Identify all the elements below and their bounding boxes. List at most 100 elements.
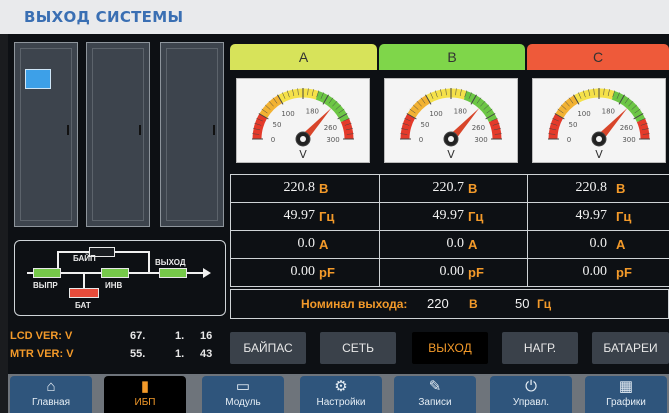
gauge-hub-center [596,136,602,142]
gauge-tick-label: 180 [602,108,615,116]
gauge-tick-label: 180 [306,108,319,116]
table-row-current: 0.0 А 0.0 А 0.0 А [230,230,669,258]
gauge-band [259,95,283,119]
flow-label-bypass: БАЙП [73,254,96,263]
gauge-tick-label: 100 [429,110,442,118]
mtr-version-build: 43 [200,348,213,360]
gauge-band [425,88,467,104]
module-icon: ▭ [235,378,251,395]
voltmeter-phase-a: 0 50 100 180 260 300 V [236,78,370,163]
nav-charts[interactable]: ▦ Графики [585,376,667,413]
voltmeter-phase-c: 0 50 100 180 260 300 V [532,78,666,163]
gauge-band [252,113,268,140]
nav-module[interactable]: ▭ Модуль [202,376,284,413]
gauge-tick-label: 0 [271,136,275,144]
nominal-output-row: Номинал выхода: 220 В 50 Гц [230,289,669,319]
cabinet-handle-icon [213,125,215,135]
gauge-dial: 0 50 100 180 260 300 V [548,88,650,161]
gauge-tick-label: 180 [454,108,467,116]
gauge-band [548,113,564,140]
nominal-frequency: 50 [515,296,530,311]
gauge-tick-label: 300 [474,136,487,144]
gauge-band [555,95,579,119]
nominal-frequency-unit: Гц [537,297,552,311]
gauge-tick-label: 300 [622,136,635,144]
gauge-tick-label: 50 [421,121,430,129]
bottom-navigation: ⌂ Главная ▮ ИБП ▭ Модуль ⚙ Настройки ✎ Записи… [8,374,669,413]
tab-batteries[interactable]: БАТАРЕИ [592,332,669,364]
nav-ups[interactable]: ▮ ИБП [104,376,186,413]
ups-cabinet-battery [160,42,224,227]
cabinet-handle-icon [139,125,141,135]
gauge-tick-label: 0 [419,136,423,144]
power-icon: ⏻ [525,378,537,395]
lcd-version-build: 16 [200,330,213,342]
chart-icon: ▦ [618,378,634,395]
tab-bypass[interactable]: БАЙПАС [230,332,306,364]
lcd-version-label: LCD VER: V [10,330,73,342]
gauge-band [277,88,319,104]
battery-block [69,288,99,298]
home-icon: ⌂ [46,378,56,395]
gauge-band [463,91,498,123]
nominal-voltage-unit: В [469,297,478,311]
gauge-tick-label: 50 [569,121,578,129]
gauge-tick-label: 260 [324,124,337,132]
gauge-tick-label: 260 [620,124,633,132]
tab-load[interactable]: НАГР. [502,332,578,364]
phase-c-header: C [527,44,669,70]
cabinet-handle-icon [67,125,69,135]
gauge-hub-center [448,136,454,142]
lcd-version-major: 67. [130,330,146,342]
rectifier-block [33,268,61,278]
nominal-label: Номинал выхода: [301,297,408,311]
table-row-power-factor: 0.00 pF 0.00 pF 0.00 pF [230,258,669,287]
lcd-version-minor: 1. [175,330,185,342]
nav-control[interactable]: ⏻ Управл. [490,376,572,413]
phase-b-header: B [379,44,525,70]
output-block [159,268,187,278]
gauge-tick-label: 260 [472,124,485,132]
tab-mains[interactable]: СЕТЬ [320,332,396,364]
ups-cabinet-module [86,42,150,227]
mtr-version-minor: 1. [175,348,185,360]
gauge-band [400,113,416,140]
gauge-unit-label: V [299,148,307,161]
ups-icon: ▮ [140,378,150,395]
nav-settings[interactable]: ⚙ Настройки [300,376,382,413]
power-flow-diagram: БАЙП ВЫПР ИНВ ВЫХОД БАТ [14,240,226,316]
gauge-band [611,91,646,123]
gear-icon: ⚙ [334,378,348,395]
gauge-tick-label: 300 [326,136,339,144]
flow-label-battery: БАТ [75,301,91,310]
nav-home[interactable]: ⌂ Главная [10,376,92,413]
gauge-dial: 0 50 100 180 260 300 V [252,88,354,161]
gauge-unit-label: V [447,148,455,161]
gauge-tick-label: 50 [273,121,282,129]
page-title: ВЫХОД СИСТЕМЫ [24,8,184,26]
mtr-version-label: MTR VER: V [10,348,74,360]
mtr-version-major: 55. [130,348,146,360]
lcd-display-icon [25,69,51,89]
nav-records[interactable]: ✎ Записи [394,376,476,413]
records-icon: ✎ [428,378,442,395]
gauge-unit-label: V [595,148,603,161]
table-row-voltage: 220.8 В 220.7 В 220.8 В [230,174,669,202]
voltmeter-phase-b: 0 50 100 180 260 300 V [384,78,518,163]
gauge-tick-label: 0 [567,136,571,144]
flow-label-rectifier: ВЫПР [33,281,58,290]
gauge-band [407,95,431,119]
phase-a-header: A [230,44,377,70]
ups-cabinet-display [14,42,78,227]
gauge-dial: 0 50 100 180 260 300 V [400,88,502,161]
inverter-block [101,268,129,278]
table-row-frequency: 49.97 Гц 49.97 Гц 49.97 Гц [230,202,669,230]
flow-label-inverter: ИНВ [105,281,123,290]
flow-label-output: ВЫХОД [155,258,186,267]
main-screen: БАЙП ВЫПР ИНВ ВЫХОД БАТ A B C 0 50 100 180 2… [8,34,669,413]
tab-output[interactable]: ВЫХОД [412,332,488,364]
gauge-hub-center [300,136,306,142]
nominal-voltage: 220 [427,296,449,311]
output-arrow-icon [187,268,211,278]
gauge-band [573,88,615,104]
